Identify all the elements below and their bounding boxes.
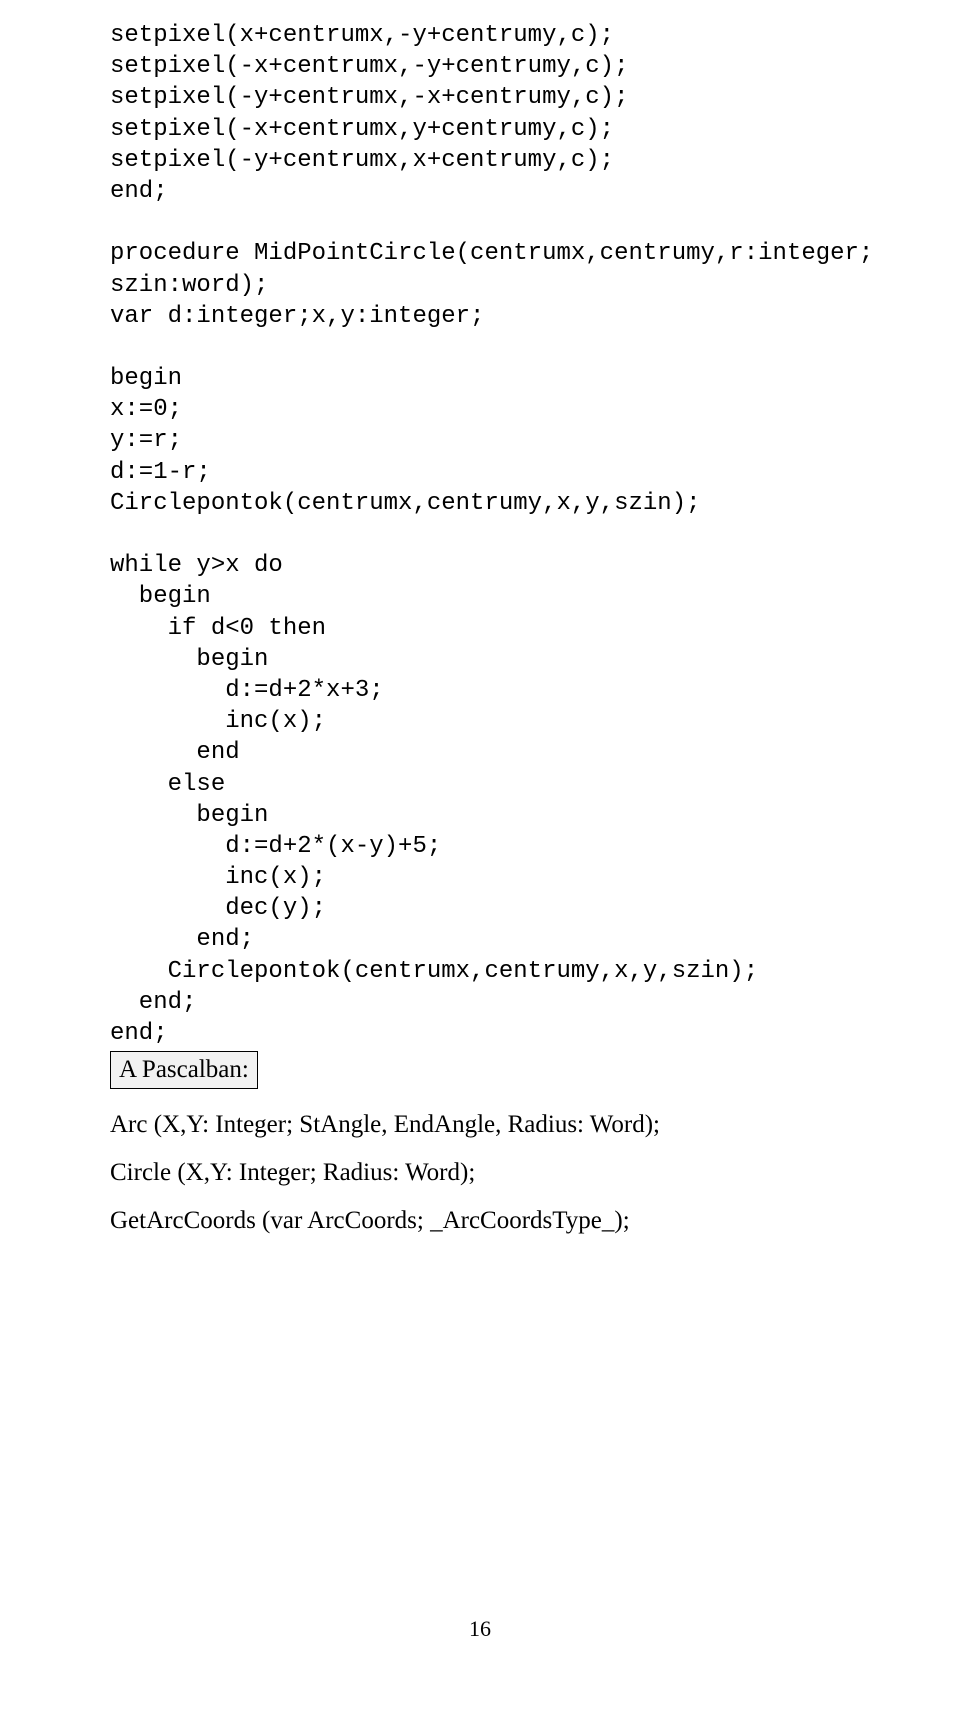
code-line: szin:word); bbox=[110, 272, 268, 299]
page-number: 16 bbox=[0, 1616, 960, 1642]
code-line: setpixel(x+centrumx,-y+centrumy,c); bbox=[110, 22, 614, 49]
code-line: setpixel(-y+centrumx,-x+centrumy,c); bbox=[110, 84, 628, 111]
code-line: d:=d+2*(x-y)+5; bbox=[110, 833, 441, 860]
content-block: setpixel(x+centrumx,-y+centrumy,c); setp… bbox=[0, 0, 960, 1241]
code-line: end; bbox=[110, 926, 254, 953]
code-line: begin bbox=[110, 583, 211, 610]
code-line: while y>x do bbox=[110, 552, 283, 579]
page: setpixel(x+centrumx,-y+centrumy,c); setp… bbox=[0, 0, 960, 1712]
code-line: setpixel(-x+centrumx,y+centrumy,c); bbox=[110, 116, 614, 143]
code-line: var d:integer;x,y:integer; bbox=[110, 303, 484, 330]
code-line: begin bbox=[110, 802, 268, 829]
code-line: y:=r; bbox=[110, 427, 182, 454]
code-line: else bbox=[110, 771, 225, 798]
reference-line: GetArcCoords (var ArcCoords; _ArcCoordsT… bbox=[110, 1201, 860, 1241]
code-line: Circlepontok(centrumx,centrumy,x,y,szin)… bbox=[110, 958, 758, 985]
code-line: d:=d+2*x+3; bbox=[110, 677, 384, 704]
code-line: end; bbox=[110, 989, 196, 1016]
code-line: inc(x); bbox=[110, 864, 326, 891]
code-line: begin bbox=[110, 646, 268, 673]
code-line: end bbox=[110, 739, 240, 766]
code-line: procedure MidPointCircle(centrumx,centru… bbox=[110, 240, 873, 267]
code-line: end; bbox=[110, 178, 168, 205]
code-line: dec(y); bbox=[110, 895, 326, 922]
code-line: setpixel(-y+centrumx,x+centrumy,c); bbox=[110, 147, 614, 174]
code-line: d:=1-r; bbox=[110, 459, 211, 486]
code-block: setpixel(x+centrumx,-y+centrumy,c); setp… bbox=[110, 20, 860, 1049]
code-line: setpixel(-x+centrumx,-y+centrumy,c); bbox=[110, 53, 628, 80]
code-line: Circlepontok(centrumx,centrumy,x,y,szin)… bbox=[110, 490, 701, 517]
code-line: begin bbox=[110, 365, 182, 392]
reference-line: Circle (X,Y: Integer; Radius: Word); bbox=[110, 1153, 860, 1193]
code-line: end; bbox=[110, 1020, 168, 1047]
section-label: A Pascalban: bbox=[110, 1051, 258, 1089]
code-line: if d<0 then bbox=[110, 615, 326, 642]
code-line: inc(x); bbox=[110, 708, 326, 735]
reference-line: Arc (X,Y: Integer; StAngle, EndAngle, Ra… bbox=[110, 1105, 860, 1145]
code-line: x:=0; bbox=[110, 396, 182, 423]
